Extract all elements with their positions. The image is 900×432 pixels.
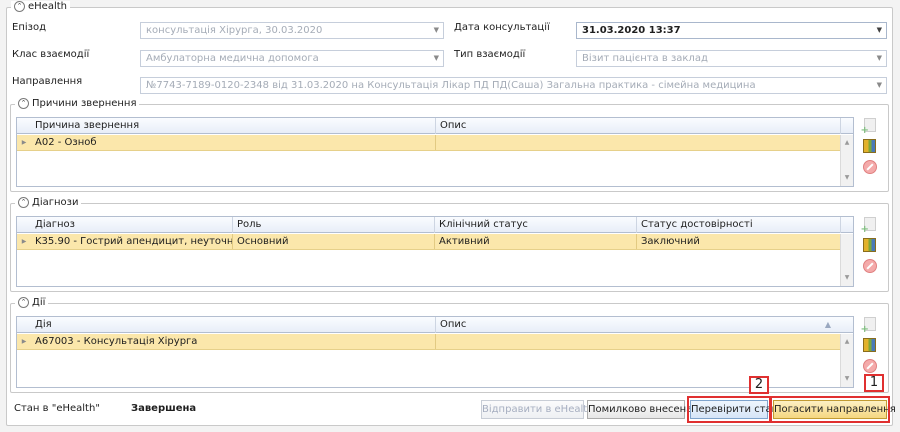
chevron-down-icon: ▼ <box>876 54 882 62</box>
add-icon <box>861 117 876 136</box>
episode-select[interactable]: консультація Хірурга, 30.03.2020 ▼ <box>140 22 444 39</box>
add-reason-button[interactable] <box>861 116 878 136</box>
referral-label: Направлення <box>12 76 83 87</box>
scroll-down-icon[interactable]: ▼ <box>841 172 853 184</box>
add-action-button[interactable] <box>861 315 878 335</box>
description-cell[interactable] <box>436 135 841 150</box>
actions-group-title: ⌃ Дії <box>15 297 49 308</box>
table-row[interactable]: ▶ A67003 - Консультація Хірурга <box>17 334 841 350</box>
callout-number-two: 2 <box>749 376 769 394</box>
scroll-up-icon[interactable]: ▲ <box>841 336 853 348</box>
add-diagnosis-button[interactable] <box>861 215 878 235</box>
collapse-icon[interactable]: ⌃ <box>14 1 25 12</box>
interaction-class-label: Клас взаємодії <box>12 49 90 60</box>
chevron-down-icon: ▼ <box>433 26 439 34</box>
sort-ascending-icon: ▲ <box>824 320 831 329</box>
role-cell[interactable]: Основний <box>233 234 435 249</box>
delete-diagnosis-button[interactable] <box>861 257 878 274</box>
edit-icon <box>863 337 876 352</box>
interaction-class-value: Амбулаторна медична допомога <box>146 53 319 64</box>
action-cell[interactable]: A67003 - Консультація Хірурга <box>31 334 436 349</box>
delete-reason-button[interactable] <box>861 158 878 175</box>
highlight-box-cancel-referral <box>770 396 890 423</box>
interaction-type-label: Тип взаємодії <box>454 49 526 60</box>
reason-cell[interactable]: A02 - Озноб <box>31 135 436 150</box>
row-indicator-icon: ▶ <box>21 238 27 245</box>
column-header-diagnosis[interactable]: Діагноз <box>31 217 233 233</box>
delete-action-button[interactable] <box>861 357 878 374</box>
scroll-up-icon[interactable]: ▲ <box>841 137 853 149</box>
callout-number-one: 1 <box>864 374 884 392</box>
interaction-type-select[interactable]: Візит пацієнта в заклад ▼ <box>576 50 887 67</box>
interaction-type-value: Візит пацієнта в заклад <box>582 53 708 64</box>
collapse-icon[interactable]: ⌃ <box>18 98 29 109</box>
delete-icon <box>862 258 877 273</box>
edit-reason-button[interactable] <box>861 137 878 154</box>
table-row[interactable]: ▶ A02 - Озноб <box>17 135 841 151</box>
row-indicator-icon: ▶ <box>21 338 27 345</box>
episode-label: Епізод <box>12 22 46 33</box>
column-header-action[interactable]: Дія <box>31 317 436 333</box>
chevron-down-icon: ▼ <box>433 54 439 62</box>
diagnoses-group-title: ⌃ Діагнози <box>15 197 82 208</box>
add-icon <box>861 216 876 235</box>
column-header-clinical-status[interactable]: Клінічний статус <box>435 217 637 233</box>
chevron-down-icon: ▼ <box>876 26 882 34</box>
delete-icon <box>862 358 877 373</box>
ehealth-title: eHealth <box>28 1 67 12</box>
collapse-icon[interactable]: ⌃ <box>18 297 29 308</box>
delete-icon <box>862 159 877 174</box>
reasons-grid-header: Причина звернення Опис <box>17 118 853 134</box>
edit-icon <box>863 237 876 252</box>
interaction-class-select[interactable]: Амбулаторна медична допомога ▼ <box>140 50 444 67</box>
actions-grid-header: Дія Опис ▲ <box>17 317 853 333</box>
diagnoses-grid-header: Діагноз Роль Клінічний статус Статус дос… <box>17 217 853 233</box>
column-header-description[interactable]: Опис <box>436 118 841 134</box>
column-header-description[interactable]: Опис <box>436 317 841 333</box>
column-header-verification-status[interactable]: Статус достовірності <box>637 217 841 233</box>
consult-date-value: 31.03.2020 13:37 <box>582 25 681 36</box>
highlight-box-check-status <box>687 396 771 423</box>
scroll-down-icon[interactable]: ▼ <box>841 272 853 284</box>
description-cell[interactable] <box>436 334 841 349</box>
reasons-group-title: ⌃ Причини звернення <box>15 98 140 109</box>
ehealth-group-title: ⌃ eHealth <box>11 1 70 12</box>
referral-select[interactable]: №7743-7189-0120-2348 від 31.03.2020 на К… <box>140 77 887 94</box>
column-header-reason[interactable]: Причина звернення <box>31 118 436 134</box>
actions-title: Дії <box>32 297 46 308</box>
reasons-grid: Причина звернення Опис ▶ A02 - Озноб ▲ ▼ <box>16 117 854 187</box>
referral-value: №7743-7189-0120-2348 від 31.03.2020 на К… <box>146 80 756 91</box>
consult-date-field[interactable]: 31.03.2020 13:37 ▼ <box>576 22 887 39</box>
vertical-scrollbar[interactable]: ▼ <box>840 234 853 286</box>
table-row[interactable]: ▶ K35.90 - Гострий апендицит, неуточнени… <box>17 234 841 250</box>
actions-grid: Дія Опис ▲ ▶ A67003 - Консультація Хірур… <box>16 316 854 388</box>
chevron-down-icon: ▼ <box>876 81 882 89</box>
mark-mistaken-button[interactable]: Помилково внесена <box>587 400 692 419</box>
send-to-ehealth-button[interactable]: Відправити в eHealth <box>481 400 594 419</box>
collapse-icon[interactable]: ⌃ <box>18 197 29 208</box>
verification-status-cell[interactable]: Заключний <box>637 234 841 249</box>
edit-icon <box>863 138 876 153</box>
ehealth-status-value: Завершена <box>131 403 197 414</box>
clinical-status-cell[interactable]: Активний <box>435 234 637 249</box>
ehealth-status-label: Стан в "eHealth" <box>14 403 100 414</box>
diagnoses-grid: Діагноз Роль Клінічний статус Статус дос… <box>16 216 854 287</box>
column-header-role[interactable]: Роль <box>233 217 435 233</box>
edit-diagnosis-button[interactable] <box>861 236 878 253</box>
scroll-down-icon[interactable]: ▼ <box>841 373 853 385</box>
episode-value: консультація Хірурга, 30.03.2020 <box>146 25 323 36</box>
vertical-scrollbar[interactable]: ▲ ▼ <box>840 135 853 186</box>
vertical-scrollbar[interactable]: ▲ ▼ <box>840 334 853 387</box>
consult-date-label: Дата консультації <box>454 22 550 33</box>
reasons-title: Причини звернення <box>32 98 137 109</box>
edit-action-button[interactable] <box>861 336 878 353</box>
add-icon <box>861 316 876 335</box>
row-indicator-icon: ▶ <box>21 139 27 146</box>
diagnosis-cell[interactable]: K35.90 - Гострий апендицит, неуточнений <box>31 234 233 249</box>
diagnoses-title: Діагнози <box>32 197 79 208</box>
